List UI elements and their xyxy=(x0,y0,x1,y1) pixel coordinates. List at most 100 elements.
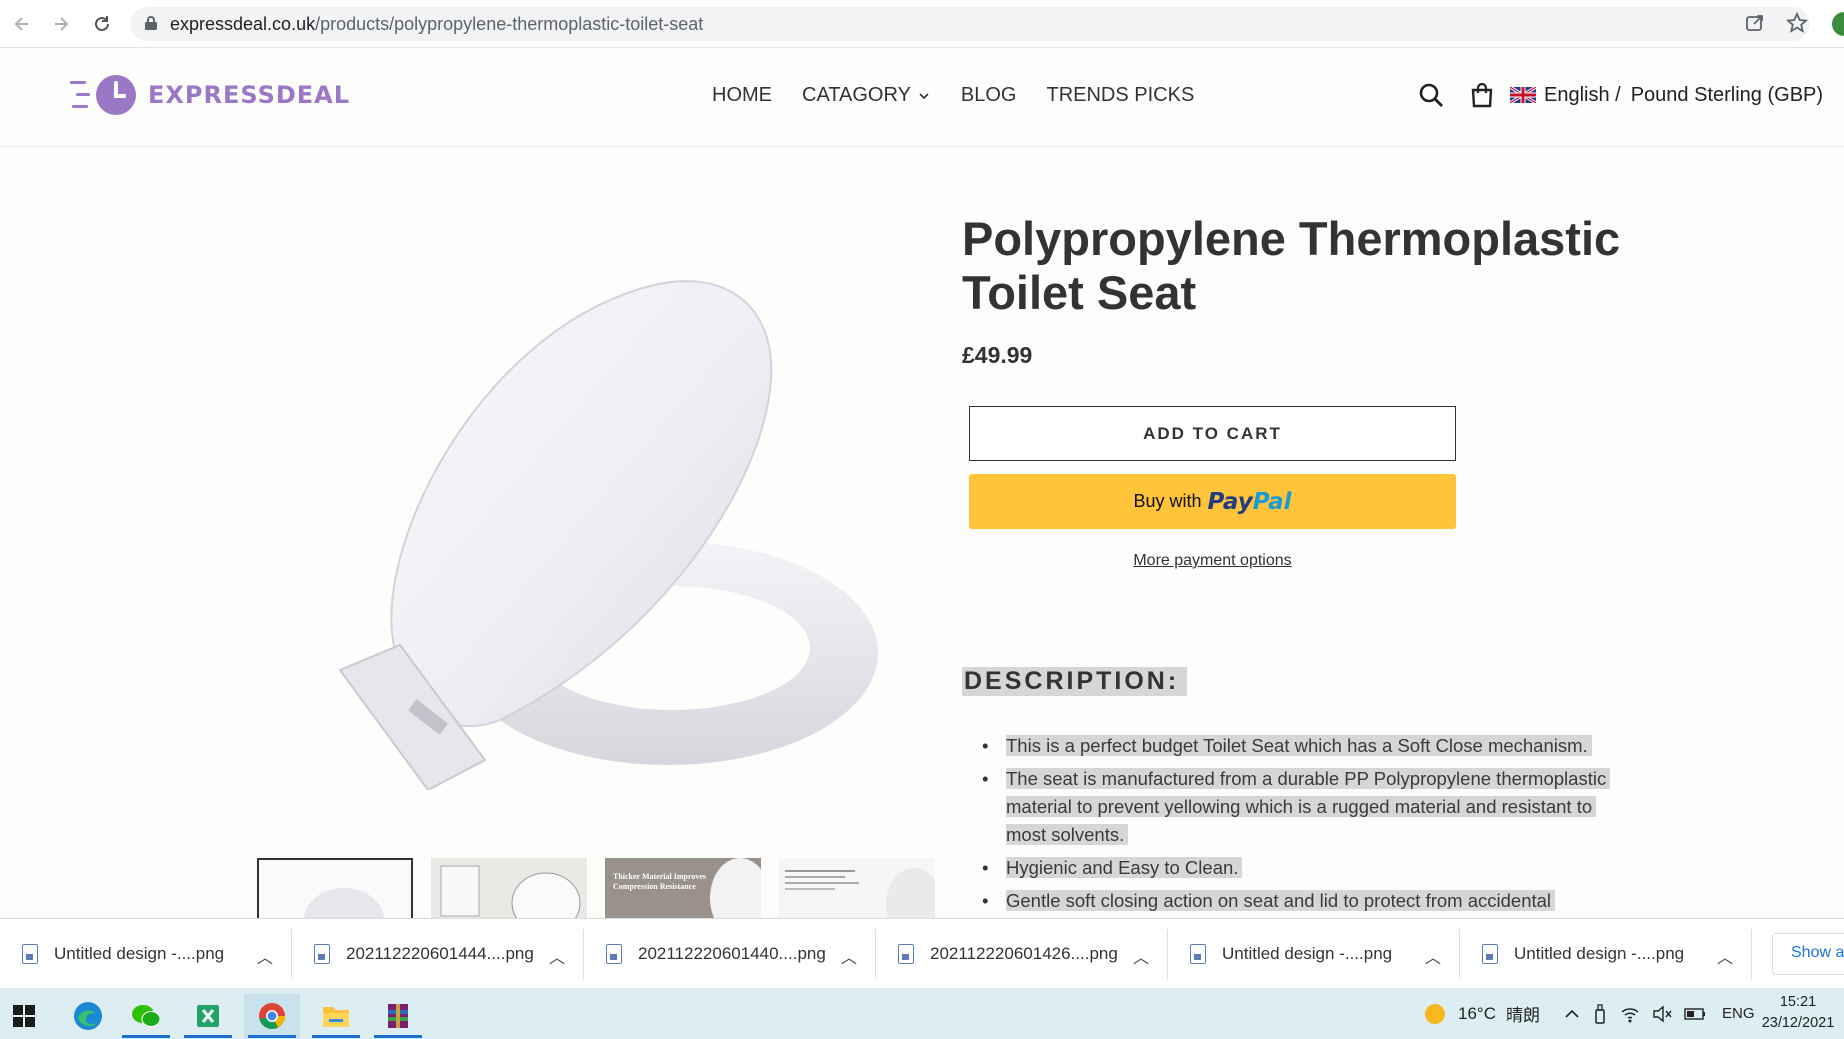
download-filename: Untitled design -....png xyxy=(1222,944,1393,963)
caret-up-icon[interactable]: ︿ xyxy=(257,944,273,968)
clock-date: 23/12/2021 xyxy=(1761,1015,1835,1031)
paypal-button[interactable]: Buy with PayPal xyxy=(969,474,1456,529)
image-file-icon xyxy=(314,944,330,964)
paypal-logo-pal: Pal xyxy=(1252,488,1292,515)
share-icon[interactable] xyxy=(1745,13,1765,38)
description-list: This is a perfect budget Toilet Seat whi… xyxy=(980,732,1620,920)
download-item[interactable]: 202112220601440....png ︿ xyxy=(584,929,876,979)
battery-icon[interactable] xyxy=(1684,1007,1706,1021)
chrome-icon[interactable] xyxy=(244,994,300,1038)
language-selector[interactable]: English / xyxy=(1544,84,1621,107)
header-actions: English / Pound Sterling (GBP) xyxy=(1418,82,1823,108)
description-text: Gentle soft closing action on seat and l… xyxy=(1006,890,1556,911)
main-nav: HOME CATAGORY BLOG TRENDS PICKS xyxy=(712,84,1194,107)
list-item: Gentle soft closing action on seat and l… xyxy=(980,887,1620,915)
add-to-cart-button[interactable]: ADD TO CART xyxy=(969,406,1456,461)
nav-home[interactable]: HOME xyxy=(712,84,772,107)
thumbnail-1[interactable] xyxy=(257,858,413,918)
uk-flag-icon xyxy=(1510,87,1536,103)
description-heading: DESCRIPTION: xyxy=(962,667,1188,696)
image-file-icon xyxy=(22,944,38,964)
product-info: Polypropylene Thermoplastic Toilet Seat … xyxy=(962,212,1642,369)
chevron-down-icon xyxy=(919,92,929,99)
paypal-prefix: Buy with xyxy=(1133,491,1202,511)
download-item[interactable]: 202112220601426....png ︿ xyxy=(876,929,1168,979)
download-filename: Untitled design -....png xyxy=(1514,944,1685,963)
thumbnail-2[interactable] xyxy=(431,858,587,918)
download-item[interactable]: 202112220601444....png ︿ xyxy=(292,929,584,979)
input-language[interactable]: ENG xyxy=(1722,1005,1755,1022)
edge-browser-icon[interactable] xyxy=(60,994,116,1038)
windows-start-icon[interactable] xyxy=(0,994,52,1038)
bookmark-star-icon[interactable] xyxy=(1785,11,1809,39)
caret-up-icon[interactable]: ︿ xyxy=(841,944,857,968)
download-filename: 202112220601444....png xyxy=(346,944,534,963)
product-thumbnails: Thicker Material Improves Compression Re… xyxy=(257,858,935,918)
winrar-icon[interactable] xyxy=(370,994,426,1038)
more-payment-options-link[interactable]: More payment options xyxy=(969,552,1456,570)
download-item[interactable]: Untitled design -....png ︿ xyxy=(0,929,292,979)
thumbnail-dimensions-icon xyxy=(785,868,935,918)
volume-muted-icon[interactable] xyxy=(1652,1005,1672,1023)
currency-selector[interactable]: Pound Sterling (GBP) xyxy=(1631,84,1823,107)
system-tray: 16°C 晴朗 ENG xyxy=(1424,988,1755,1039)
caret-up-icon[interactable]: ︿ xyxy=(1133,944,1149,968)
lock-icon xyxy=(144,15,158,36)
toilet-seat-image xyxy=(338,280,878,792)
show-all-downloads-button[interactable]: Show all xyxy=(1772,933,1844,975)
url-path: /products/polypropylene-thermoplastic-to… xyxy=(315,14,704,34)
nav-trends-picks[interactable]: TRENDS PICKS xyxy=(1046,84,1194,107)
cart-icon[interactable] xyxy=(1470,82,1494,108)
usb-device-icon[interactable] xyxy=(1594,1003,1606,1024)
caret-up-icon[interactable]: ︿ xyxy=(549,944,565,968)
wechat-icon[interactable] xyxy=(118,994,174,1038)
downloads-bar: Untitled design -....png ︿ 2021122206014… xyxy=(0,918,1844,988)
search-icon[interactable] xyxy=(1418,82,1444,108)
chevron-up-icon[interactable] xyxy=(1564,1009,1580,1019)
weather-sun-icon[interactable] xyxy=(1424,1003,1446,1025)
profile-avatar[interactable] xyxy=(1832,12,1844,36)
wifi-icon[interactable] xyxy=(1620,1005,1640,1023)
forward-icon[interactable] xyxy=(47,10,75,38)
product-main-image[interactable] xyxy=(300,250,880,792)
image-file-icon xyxy=(606,944,622,964)
logo-text: EXPRESSDEAL xyxy=(148,81,351,109)
description-text: This is a perfect budget Toilet Seat whi… xyxy=(1006,735,1592,756)
url-domain: expressdeal.co.uk xyxy=(170,14,316,34)
weather-desc[interactable]: 晴朗 xyxy=(1506,1001,1540,1026)
url-text[interactable]: expressdeal.co.uk/products/polypropylene… xyxy=(170,14,703,35)
list-item: This is a perfect budget Toilet Seat whi… xyxy=(980,732,1620,760)
product-title: Polypropylene Thermoplastic Toilet Seat xyxy=(962,212,1621,319)
weather-temp[interactable]: 16°C xyxy=(1458,1004,1496,1024)
download-item[interactable]: Untitled design -....png ︿ xyxy=(1460,929,1752,979)
download-item[interactable]: Untitled design -....png ︿ xyxy=(1168,929,1460,979)
store-logo[interactable]: EXPRESSDEAL xyxy=(68,70,350,120)
list-item: The seat is manufactured from a durable … xyxy=(980,765,1620,849)
caret-up-icon[interactable]: ︿ xyxy=(1717,944,1733,968)
paypal-logo: PayPal xyxy=(1208,489,1292,515)
download-filename: 202112220601426....png xyxy=(930,944,1118,963)
thumbnail-4[interactable] xyxy=(779,858,935,918)
product-price: £49.99 xyxy=(962,342,1033,368)
list-item: Hygienic and Easy to Clean. xyxy=(980,854,1620,882)
windows-taskbar: 16°C 晴朗 ENG 15:21 23/12/2021 xyxy=(0,988,1844,1039)
paypal-logo-pay: Pay xyxy=(1207,488,1253,515)
caret-up-icon[interactable]: ︿ xyxy=(1425,944,1441,968)
browser-toolbar: expressdeal.co.uk/products/polypropylene… xyxy=(0,0,1844,48)
file-explorer-icon[interactable] xyxy=(308,994,364,1038)
image-file-icon xyxy=(1482,944,1498,964)
nav-category[interactable]: CATAGORY xyxy=(802,84,931,107)
reload-icon[interactable] xyxy=(88,10,116,38)
logo-clock-icon xyxy=(70,75,136,115)
taskbar-clock[interactable]: 15:21 23/12/2021 xyxy=(1758,992,1838,1034)
download-filename: 202112220601440....png xyxy=(638,944,826,963)
excel-icon[interactable] xyxy=(180,994,236,1038)
description-text: The seat is manufactured from a durable … xyxy=(1006,768,1611,845)
thumbnail-3[interactable]: Thicker Material Improves Compression Re… xyxy=(605,858,761,918)
clock-time: 15:21 xyxy=(1779,994,1817,1010)
thumbnail-caption: Thicker Material Improves Compression Re… xyxy=(613,872,707,891)
nav-blog[interactable]: BLOG xyxy=(961,84,1017,107)
thumbnail-bathroom-icon xyxy=(431,858,587,918)
thumbnail-seat-icon xyxy=(304,888,384,918)
back-icon[interactable] xyxy=(8,10,36,38)
